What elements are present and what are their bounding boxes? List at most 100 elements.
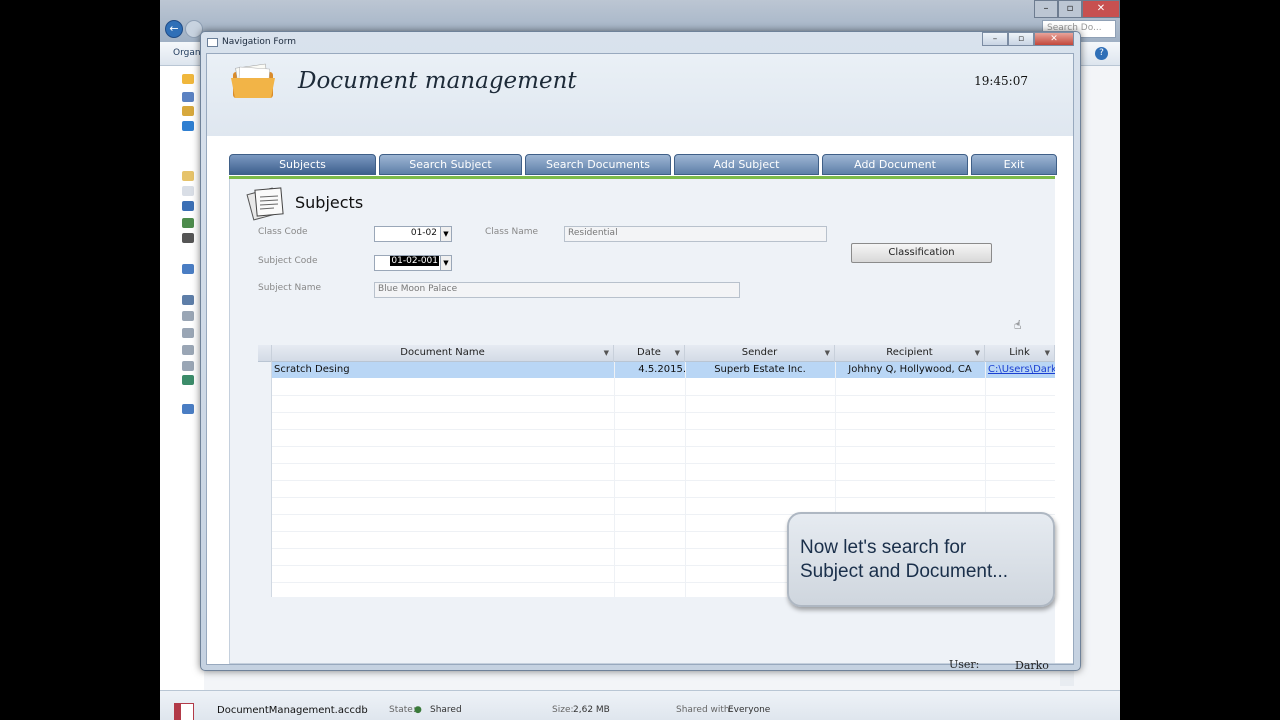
grid-header: Document Name ▼ Date ▼ Sender ▼ Recipient ▼ …	[258, 345, 1055, 362]
tab-subjects[interactable]: Subjects	[229, 154, 376, 175]
clock: 19:45:07	[974, 74, 1028, 88]
tab-add-subject[interactable]: Add Subject	[674, 154, 819, 175]
drive-icon[interactable]	[182, 345, 194, 355]
column-header-label: Recipient	[886, 347, 933, 358]
grid-line	[272, 497, 1055, 498]
app-title: Document management	[298, 68, 577, 94]
network-icon[interactable]	[182, 404, 194, 414]
chevron-down-icon[interactable]: ▼	[975, 345, 980, 361]
downloads-icon[interactable]	[182, 106, 194, 116]
tab-add-document[interactable]: Add Document	[822, 154, 968, 175]
size-value: 2,62 MB	[573, 705, 610, 715]
navigation-tabs: Subjects Search Subject Search Documents…	[229, 154, 1057, 176]
state-label: State:	[389, 705, 416, 715]
column-header-label: Document Name	[400, 347, 485, 358]
computer-icon[interactable]	[182, 295, 194, 305]
footer-divider	[229, 663, 1073, 664]
cell-date[interactable]: 4.5.2015.	[620, 362, 686, 378]
column-header-link[interactable]: Link ▼	[985, 345, 1055, 362]
window-controls: – ▫ ✕	[982, 32, 1074, 46]
minimize-button[interactable]: –	[1034, 0, 1058, 18]
size-label: Size:	[552, 705, 574, 715]
documents-stack-icon	[246, 187, 284, 221]
column-header-label: Sender	[741, 347, 778, 358]
explorer-window-controls: – ▫ ✕	[1034, 0, 1120, 18]
window-title: Navigation Form	[222, 37, 297, 47]
grid-line	[272, 429, 1055, 430]
favorites-icon[interactable]	[182, 74, 194, 84]
tab-search-documents[interactable]: Search Documents	[525, 154, 671, 175]
close-button[interactable]: ✕	[1082, 0, 1120, 18]
form-header: Document management 19:45:07	[207, 54, 1073, 136]
column-header-date[interactable]: Date ▼	[614, 345, 685, 362]
user-label: User:	[949, 658, 980, 671]
class-code-label: Class Code	[258, 227, 308, 237]
column-header-sender[interactable]: Sender ▼	[685, 345, 835, 362]
cell-sender[interactable]: Superb Estate Inc.	[685, 362, 835, 378]
subject-name-label: Subject Name	[258, 283, 322, 293]
class-code-combo[interactable]: 01-02 ▼	[374, 226, 452, 242]
record-selector-column[interactable]	[258, 362, 272, 597]
grid-line	[272, 446, 1055, 447]
state-value: Shared	[430, 705, 462, 715]
homegroup-icon[interactable]	[182, 264, 194, 274]
close-button[interactable]: ✕	[1034, 32, 1074, 46]
access-file-icon: A	[174, 703, 194, 720]
tab-search-subject[interactable]: Search Subject	[379, 154, 522, 175]
tab-exit[interactable]: Exit	[971, 154, 1057, 175]
network-drive-icon[interactable]	[182, 375, 194, 385]
cell-recipient[interactable]: Johhny Q, Hollywood, CA	[835, 362, 985, 378]
file-name[interactable]: DocumentManagement.accdb	[217, 705, 368, 716]
chevron-down-icon[interactable]: ▼	[825, 345, 830, 361]
grid-line	[272, 412, 1055, 413]
pictures-icon[interactable]	[182, 218, 194, 228]
column-header-label: Link	[1009, 347, 1030, 358]
explorer-status-bar: A DocumentManagement.accdb State: ● Shar…	[160, 690, 1120, 720]
column-header-recipient[interactable]: Recipient ▼	[835, 345, 985, 362]
chevron-down-icon[interactable]: ▼	[440, 256, 451, 270]
chevron-down-icon[interactable]: ▼	[440, 227, 451, 241]
subject-code-combo[interactable]: 01-02-001 ▼	[374, 255, 452, 271]
form-title: Subjects	[295, 193, 364, 212]
documents-icon[interactable]	[182, 186, 194, 196]
grid-line	[272, 480, 1055, 481]
class-name-label: Class Name	[485, 227, 539, 237]
class-code-value: 01-02	[410, 228, 437, 238]
drive-icon[interactable]	[182, 311, 194, 321]
column-header-document-name[interactable]: Document Name ▼	[272, 345, 614, 362]
drive-icon[interactable]	[182, 328, 194, 338]
classification-button[interactable]: Classification	[851, 243, 992, 263]
cell-document-name[interactable]: Scratch Desing	[274, 362, 612, 378]
libraries-icon[interactable]	[182, 171, 194, 181]
grid-line	[272, 463, 1055, 464]
dropbox-icon[interactable]	[182, 121, 194, 131]
desktop-icon[interactable]	[182, 92, 194, 102]
subject-code-value: 01-02-001	[390, 256, 439, 266]
maximize-button[interactable]: ▫	[1058, 0, 1082, 18]
grid-line	[614, 362, 615, 597]
music-icon[interactable]	[182, 201, 194, 211]
table-row[interactable]: Scratch Desing 4.5.2015. Superb Estate I…	[272, 362, 1055, 378]
grid-line	[272, 395, 1055, 396]
drive-icon[interactable]	[182, 361, 194, 371]
help-icon[interactable]: ?	[1095, 47, 1108, 60]
restore-button[interactable]: ▫	[1008, 32, 1034, 46]
organize-menu[interactable]: Organ	[173, 48, 201, 58]
tutorial-callout: Now let's search for Subject and Documen…	[787, 512, 1055, 607]
chevron-down-icon[interactable]: ▼	[604, 345, 609, 361]
cell-link[interactable]: C:\Users\Darko	[988, 362, 1055, 378]
grid-line	[685, 362, 686, 597]
explorer-sidebar	[160, 66, 204, 690]
videos-icon[interactable]	[182, 233, 194, 243]
chevron-down-icon[interactable]: ▼	[675, 345, 680, 361]
user-value: Darko	[1015, 659, 1049, 672]
select-all-cell[interactable]	[258, 345, 272, 362]
subject-name-field[interactable]: Blue Moon Palace	[374, 282, 740, 298]
chevron-down-icon[interactable]: ▼	[1045, 345, 1050, 361]
minimize-button[interactable]: –	[982, 32, 1008, 46]
back-button[interactable]: ←	[165, 20, 183, 38]
class-name-field[interactable]: Residential	[564, 226, 827, 242]
column-header-label: Date	[637, 347, 661, 358]
shared-users-icon: ●	[414, 705, 422, 715]
shared-with-label: Shared with:	[676, 705, 733, 715]
